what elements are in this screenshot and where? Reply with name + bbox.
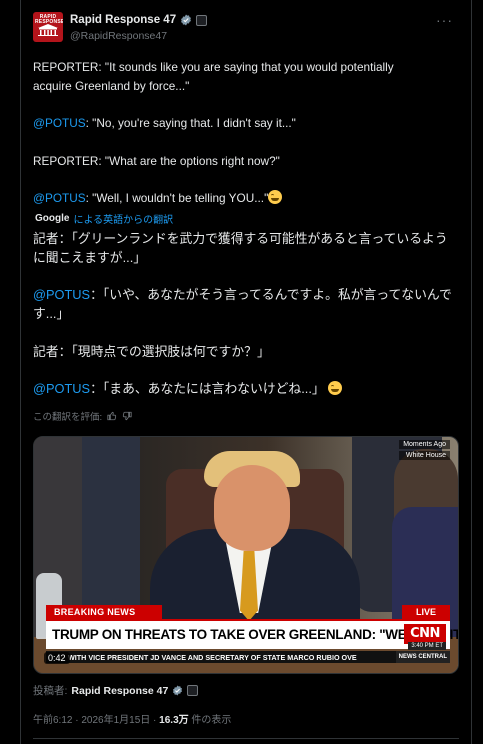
posted-by: 投稿者: Rapid Response 47 — [33, 683, 199, 698]
translated-line: に聞こえますが...」 — [33, 250, 147, 265]
thumbs-down-icon[interactable] — [122, 411, 132, 421]
affiliate-badge-icon — [187, 685, 199, 696]
news-central-label: NEWS CENTRAL — [395, 651, 450, 663]
divider — [33, 738, 459, 739]
translated-line: 記者：「グリーンランドを武力で獲得する可能性があると言っているよう — [33, 231, 448, 246]
verified-icon — [181, 14, 192, 26]
video-duration: 0:42 — [44, 652, 70, 664]
post-line: REPORTER: "It sounds like you are saying… — [33, 60, 394, 74]
rate-label: この翻訳を評価: — [33, 412, 103, 423]
translated-line: @POTUS：「いや、あなたがそう言ってるんですよ。私が言ってないんで — [33, 287, 452, 302]
video-corner-bug: Moments Ago White House — [399, 440, 450, 462]
potus-mention[interactable]: @POTUS — [33, 287, 90, 302]
post-line: @POTUS: "Well, I wouldn't be telling YOU… — [33, 189, 283, 208]
headline-bar: TRUMP ON THREATS TO TAKE OVER GREENLAND:… — [46, 619, 458, 649]
video-player[interactable]: Moments Ago White House BREAKING NEWS LI… — [33, 436, 459, 674]
white-house-icon — [38, 24, 58, 36]
handle[interactable]: @RapidResponse47 — [70, 30, 167, 42]
post-card: RAPID RESPONSE Rapid Response 47 @RapidR… — [20, 0, 472, 744]
cnn-logo: CNN — [404, 624, 446, 644]
rate-translation: この翻訳を評価: — [33, 409, 132, 423]
chyron-headline: TRUMP ON THREATS TO TAKE OVER GREENLAND:… — [52, 627, 459, 642]
translated-line: @POTUS：「まあ、あなたには言わないけどね...」 — [33, 379, 463, 399]
post-line: acquire Greenland by force..." — [33, 79, 190, 93]
avatar[interactable]: RAPID RESPONSE — [33, 12, 63, 42]
views-label: 件の表示 — [188, 715, 232, 726]
post-timestamp[interactable]: 午前6:12 · 2026年1月15日 · — [33, 715, 159, 726]
thumbs-up-icon[interactable] — [107, 411, 117, 421]
potus-mention[interactable]: @POTUS — [33, 191, 86, 205]
post-line: @POTUS: "No, you're saying that. I didn'… — [33, 116, 296, 130]
post-meta: 午前6:12 · 2026年1月15日 · 16.3万 件の表示 — [33, 711, 231, 726]
translated-line: 記者：「現時点での選択肢は何ですか？」 — [33, 344, 270, 359]
post-header: RAPID RESPONSE Rapid Response 47 @RapidR… — [33, 12, 459, 46]
translation-source-link[interactable]: による英語からの翻訳 — [73, 211, 173, 226]
google-label: Google — [35, 213, 70, 224]
display-name[interactable]: Rapid Response 47 — [70, 14, 176, 26]
more-icon[interactable]: ··· — [436, 12, 453, 28]
breaking-news-label: BREAKING NEWS — [46, 605, 162, 619]
posted-by-name[interactable]: Rapid Response 47 — [71, 685, 168, 697]
news-ticker: WITH VICE PRESIDENT JD VANCE AND SECRETA… — [46, 651, 450, 663]
view-count: 16.3万 — [159, 715, 189, 726]
moments-ago-label: Moments Ago — [399, 440, 450, 449]
translated-line: す...」 — [33, 306, 70, 321]
affiliate-badge-icon — [196, 14, 208, 26]
news-chyron: BREAKING NEWS LIVE TRUMP ON THREATS TO T… — [46, 605, 458, 667]
potus-mention[interactable]: @POTUS — [33, 116, 86, 130]
time-bug: 3:40 PM ET — [408, 642, 446, 650]
video-speaker-face — [214, 465, 290, 551]
translation-label: Google による英語からの翻訳 — [35, 211, 173, 226]
posted-by-label: 投稿者: — [33, 685, 68, 697]
live-badge: LIVE — [402, 605, 450, 619]
ticker-text: WITH VICE PRESIDENT JD VANCE AND SECRETA… — [68, 653, 357, 662]
post-line: REPORTER: "What are the options right no… — [33, 154, 280, 168]
location-label: White House — [399, 451, 450, 460]
verified-icon — [173, 685, 183, 696]
video-person-left-2 — [82, 437, 140, 617]
laughing-emoji-icon — [268, 190, 283, 204]
potus-mention[interactable]: @POTUS — [33, 381, 90, 396]
laughing-emoji-icon — [328, 381, 343, 395]
